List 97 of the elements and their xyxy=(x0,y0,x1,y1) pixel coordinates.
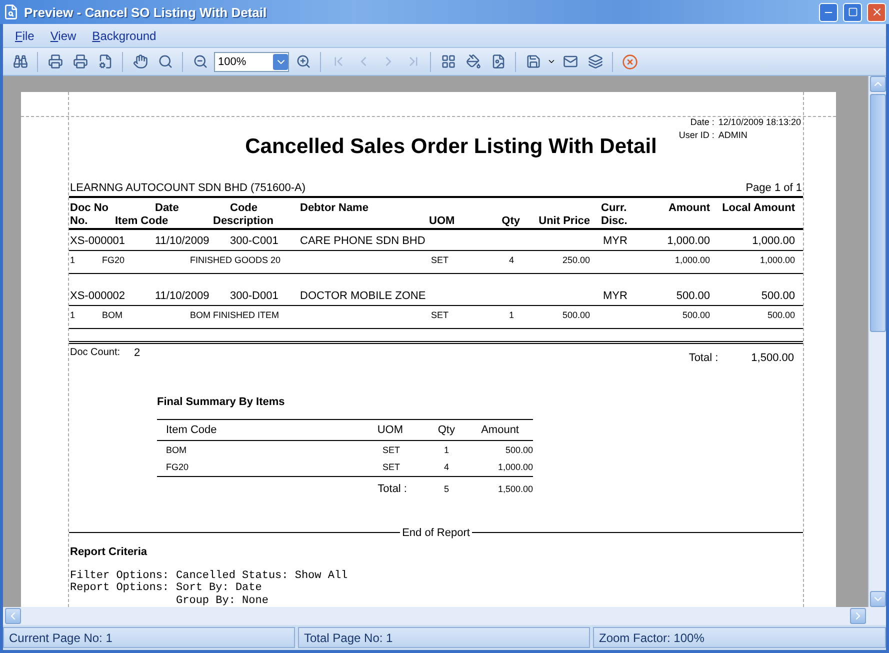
table-cell-text: 500.00 xyxy=(766,310,795,320)
date-value: 12/10/2009 18:13:20 xyxy=(718,117,801,127)
table-cell-text: BOM xyxy=(101,310,124,320)
zoom-dropdown[interactable]: 100% xyxy=(214,52,289,72)
column-header: Qty xyxy=(436,424,456,436)
end-of-report-label: End of Report xyxy=(402,526,470,538)
criteria-label: Filter Options: xyxy=(70,570,170,582)
column-header: Code xyxy=(229,202,258,214)
table-cell-text: FG20 xyxy=(101,254,126,265)
table-cell-text: SET xyxy=(381,445,401,455)
column-header: Disc. xyxy=(600,215,628,228)
table-cell-text: 1 xyxy=(442,445,450,455)
column-header: UOM xyxy=(428,215,456,228)
menu-item[interactable]: Background xyxy=(84,28,164,42)
summary-total-label: Total : xyxy=(376,482,408,494)
table-cell-text: 500.00 xyxy=(681,310,710,320)
table-cell-text: 1,000.00 xyxy=(666,234,710,247)
table-cell-text: 250.00 xyxy=(561,254,590,265)
column-header: Debtor Name xyxy=(300,202,370,214)
table-cell-text: FINISHED GOODS 20 xyxy=(189,254,282,265)
table-cell-text: DOCTOR MOBILE ZONE xyxy=(300,290,427,302)
column-header: Amount xyxy=(480,424,520,436)
company-name: LEARNNG AUTOCOUNT SDN BHD (751600-A) xyxy=(70,182,306,194)
column-header: No. xyxy=(70,215,89,228)
table-cell-text: MYR xyxy=(602,290,628,302)
menu-item[interactable]: File xyxy=(7,28,42,42)
table-cell-text: SET xyxy=(381,462,401,472)
window-title: Preview - Cancel SO Listing With Detail xyxy=(24,4,268,20)
table-cell-text: 1,000.00 xyxy=(758,254,795,265)
table-cell-text: BOM xyxy=(166,445,188,455)
column-header: Date xyxy=(154,202,180,214)
criteria-value: Sort By: Date xyxy=(176,582,263,594)
table-cell-text: CARE PHONE SDN BHD xyxy=(300,234,426,247)
table-cell-text: SET xyxy=(430,310,450,320)
caret-icon xyxy=(273,54,288,70)
report-title: Cancelled Sales Order Listing With Detail xyxy=(245,135,657,159)
status-text: Total Page No: 1 xyxy=(298,627,590,648)
column-header: Item Code xyxy=(114,215,170,228)
maximize-button[interactable] xyxy=(843,2,862,22)
table-cell-text: 500.00 xyxy=(675,290,710,302)
date-label: Date : xyxy=(689,117,714,127)
minimize-button[interactable] xyxy=(819,2,838,22)
vertical-scrollbar[interactable] xyxy=(868,76,886,607)
criteria-value: Cancelled Status: Show All xyxy=(176,570,349,582)
table-cell-text: 500.00 xyxy=(561,310,590,320)
table-cell-text: 1 xyxy=(508,310,515,320)
total-value: 1,500.00 xyxy=(751,352,794,364)
doc-count-label: Doc Count: xyxy=(70,346,120,360)
table-cell-text: 1,000.00 xyxy=(496,462,533,472)
column-header: Qty xyxy=(500,215,520,228)
column-header: Amount xyxy=(667,202,710,214)
page-number: Page 1 of 1 xyxy=(746,182,802,194)
total-label: Total : xyxy=(688,352,718,364)
menu-item[interactable]: View xyxy=(42,28,84,42)
table-cell-text: 11/10/2009 xyxy=(154,290,210,302)
user-value: ADMIN xyxy=(718,130,748,140)
table-cell-text: 300-D001 xyxy=(229,290,280,302)
app-icon xyxy=(3,4,19,20)
maximize-icon xyxy=(848,7,858,17)
table-cell-text: 1 xyxy=(70,310,76,320)
column-header: Local Amount xyxy=(721,202,795,214)
table-cell-text: 500.00 xyxy=(760,290,795,302)
table-cell-text: SET xyxy=(430,254,450,265)
table-cell-text: 500.00 xyxy=(504,445,533,455)
criteria-title: Report Criteria xyxy=(70,546,148,558)
summary-total-qty: 5 xyxy=(442,484,450,494)
status-text: Current Page No: 1 xyxy=(3,627,295,648)
table-cell-text: 300-C001 xyxy=(229,234,280,247)
summary-total-amount: 1,500.00 xyxy=(496,484,533,494)
status-text: Zoom Factor: 100% xyxy=(593,627,886,648)
table-cell-text: 4 xyxy=(508,254,515,265)
user-label: User ID : xyxy=(678,130,714,140)
column-header: Unit Price xyxy=(538,215,590,228)
scrollbar-corner xyxy=(868,607,886,625)
doc-count-value: 2 xyxy=(134,346,140,360)
table-cell-text: MYR xyxy=(602,234,628,247)
table-cell-text: 1,000.00 xyxy=(674,254,710,265)
column-header: Curr. xyxy=(600,202,628,214)
criteria-label: Report Options: xyxy=(70,582,170,596)
table-cell-text: BOM FINISHED ITEM xyxy=(189,310,280,320)
table-cell-text: 11/10/2009 xyxy=(154,234,210,247)
close-button[interactable] xyxy=(867,2,886,22)
table-cell-text: XS-000002 xyxy=(70,290,126,302)
table-cell-text: XS-000001 xyxy=(70,234,126,247)
scroll-thumb[interactable] xyxy=(870,94,886,332)
table-cell-text: FG20 xyxy=(166,462,190,472)
table-cell-text: 1 xyxy=(70,254,76,265)
column-header: Doc No xyxy=(70,202,110,214)
column-header: Description xyxy=(212,215,275,228)
column-header: Item Code xyxy=(166,424,218,436)
caret-icon[interactable] xyxy=(547,57,556,66)
summary-title: Final Summary By Items xyxy=(157,396,286,408)
close-icon xyxy=(870,6,882,18)
table-cell-text: 1,000.00 xyxy=(751,234,795,247)
criteria-value: Group By: None xyxy=(176,594,270,607)
table-cell-text: 4 xyxy=(442,462,450,472)
column-header: UOM xyxy=(376,424,404,436)
